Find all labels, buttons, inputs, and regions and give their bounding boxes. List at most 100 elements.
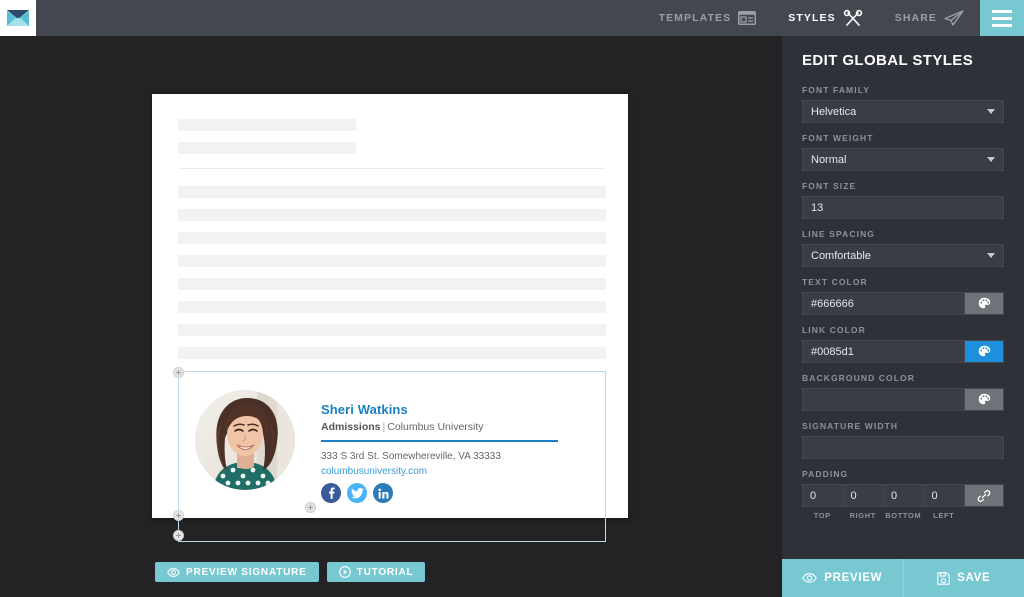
- font-family-value: Helvetica: [811, 105, 857, 118]
- chevron-down-icon: [987, 157, 995, 162]
- font-weight-select[interactable]: Normal: [802, 148, 1004, 171]
- link-color-picker-button[interactable]: [964, 340, 1004, 363]
- padding-labels: TOP RIGHT BOTTOM LEFT: [802, 511, 1004, 520]
- placeholder-bar: [178, 142, 356, 154]
- twitter-icon[interactable]: [347, 483, 367, 503]
- text-color-picker-button[interactable]: [964, 292, 1004, 315]
- linkedin-glyph: [377, 488, 388, 499]
- field-font-weight: FONT WEIGHT Normal: [802, 133, 1004, 171]
- save-button-label: SAVE: [957, 572, 991, 584]
- field-text-color: TEXT COLOR #666666: [802, 277, 1004, 315]
- signature-role[interactable]: Admissions | Columbus University: [321, 421, 558, 433]
- placeholder-bar: [178, 232, 606, 244]
- padding-label-spacer: [964, 511, 1004, 520]
- signature-content: Sheri Watkins Admissions | Columbus Univer…: [179, 372, 605, 503]
- field-signature-width: SIGNATURE WIDTH: [802, 421, 1004, 459]
- hamburger-bar: [992, 9, 1012, 13]
- social-icons: [321, 483, 558, 503]
- hamburger-bar: [992, 23, 1012, 27]
- signature-block[interactable]: Sheri Watkins Admissions | Columbus Univer…: [173, 367, 606, 542]
- placeholder-bar: [178, 119, 356, 131]
- preview-button[interactable]: PREVIEW: [782, 559, 903, 597]
- editor-canvas: Sheri Watkins Admissions | Columbus Univer…: [0, 36, 782, 597]
- nav-item-share[interactable]: SHARE: [879, 0, 980, 36]
- document-divider: [178, 168, 606, 169]
- play-circle-icon: [338, 566, 351, 578]
- padding-link-toggle[interactable]: [964, 484, 1004, 507]
- signature-website[interactable]: columbusuniversity.com: [321, 466, 558, 477]
- twitter-glyph: [350, 487, 364, 498]
- padding-right-input[interactable]: 0: [842, 484, 883, 507]
- font-size-input[interactable]: 13: [802, 196, 1004, 219]
- signature-width-input[interactable]: [802, 436, 1004, 459]
- font-weight-label: FONT WEIGHT: [802, 133, 874, 143]
- add-social-handle[interactable]: [305, 502, 316, 513]
- facebook-glyph: [329, 487, 335, 499]
- background-color-label: BACKGROUND COLOR: [802, 373, 915, 383]
- line-spacing-label: LINE SPACING: [802, 229, 876, 239]
- document-actions: PREVIEW SIGNATURE TUTORIAL: [155, 562, 426, 582]
- line-spacing-select[interactable]: Comfortable: [802, 244, 1004, 267]
- placeholder-bar: [178, 347, 606, 359]
- padding-left-input[interactable]: 0: [923, 484, 964, 507]
- preview-signature-button[interactable]: PREVIEW SIGNATURE: [155, 562, 319, 582]
- nav-item-templates[interactable]: TEMPLATES: [643, 0, 773, 36]
- add-block-handle-bottom-2[interactable]: [173, 530, 184, 541]
- padding-label: PADDING: [802, 469, 849, 479]
- document-body: Sheri Watkins Admissions | Columbus Univer…: [152, 94, 628, 542]
- link-color-value: #0085d1: [811, 345, 854, 358]
- eye-icon: [802, 573, 818, 583]
- floppy-disk-icon: [937, 571, 950, 585]
- text-color-row: #666666: [802, 292, 1004, 315]
- text-color-input[interactable]: #666666: [802, 292, 964, 315]
- signature-address[interactable]: 333 S 3rd St. Somewhereville, VA 33333: [321, 451, 558, 462]
- placeholder-bar: [178, 209, 606, 221]
- padding-bottom-input[interactable]: 0: [883, 484, 924, 507]
- nav-styles-label: STYLES: [788, 12, 836, 24]
- placeholder-bar: [178, 255, 606, 267]
- nav-share-label: SHARE: [894, 12, 937, 24]
- palette-icon: [978, 297, 990, 309]
- placeholder-bar: [178, 186, 606, 198]
- link-color-input[interactable]: #0085d1: [802, 340, 964, 363]
- text-color-label: TEXT COLOR: [802, 277, 868, 287]
- palette-icon: [978, 345, 990, 357]
- panel-footer: PREVIEW SAVE: [782, 559, 1024, 597]
- text-color-value: #666666: [811, 297, 854, 310]
- placeholder-bar: [178, 301, 606, 313]
- background-color-row: [802, 388, 1004, 411]
- nav-item-styles[interactable]: STYLES: [772, 0, 878, 36]
- templates-icon: [738, 11, 757, 25]
- save-button[interactable]: SAVE: [902, 559, 1024, 597]
- field-padding: PADDING 0 0 0 0 TOP RIGHT BOTTOM LEFT: [802, 469, 1004, 520]
- nav-templates-label: TEMPLATES: [658, 12, 732, 24]
- app-logo[interactable]: [0, 0, 36, 36]
- signature-width-label: SIGNATURE WIDTH: [802, 421, 899, 431]
- background-color-input[interactable]: [802, 388, 964, 411]
- chevron-down-icon: [987, 253, 995, 258]
- placeholder-bar: [178, 324, 606, 336]
- signature-name[interactable]: Sheri Watkins: [321, 402, 558, 417]
- avatar[interactable]: [195, 390, 295, 490]
- top-navigation: TEMPLATES STYLES SHARE: [643, 0, 980, 36]
- background-color-picker-button[interactable]: [964, 388, 1004, 411]
- padding-top-input[interactable]: 0: [802, 484, 843, 507]
- facebook-icon[interactable]: [321, 483, 341, 503]
- padding-top-label: TOP: [813, 511, 831, 520]
- signature-department: Admissions: [321, 421, 381, 433]
- top-bar: TEMPLATES STYLES SHARE: [0, 0, 1024, 36]
- link-color-label: LINK COLOR: [802, 325, 866, 335]
- hamburger-menu-icon[interactable]: [980, 0, 1024, 36]
- preview-signature-label: PREVIEW SIGNATURE: [186, 566, 307, 578]
- field-font-size: FONT SIZE 13: [802, 181, 1004, 219]
- email-document: Sheri Watkins Admissions | Columbus Univer…: [152, 94, 628, 542]
- eye-icon: [167, 567, 180, 577]
- styles-panel: EDIT GLOBAL STYLES FONT FAMILY Helvetica…: [782, 36, 1024, 597]
- add-block-handle-top[interactable]: [173, 367, 184, 378]
- linkedin-icon[interactable]: [373, 483, 393, 503]
- add-block-handle-bottom-1[interactable]: [173, 510, 184, 521]
- envelope-icon: [7, 10, 29, 26]
- font-family-select[interactable]: Helvetica: [802, 100, 1004, 123]
- tutorial-button[interactable]: TUTORIAL: [326, 562, 426, 582]
